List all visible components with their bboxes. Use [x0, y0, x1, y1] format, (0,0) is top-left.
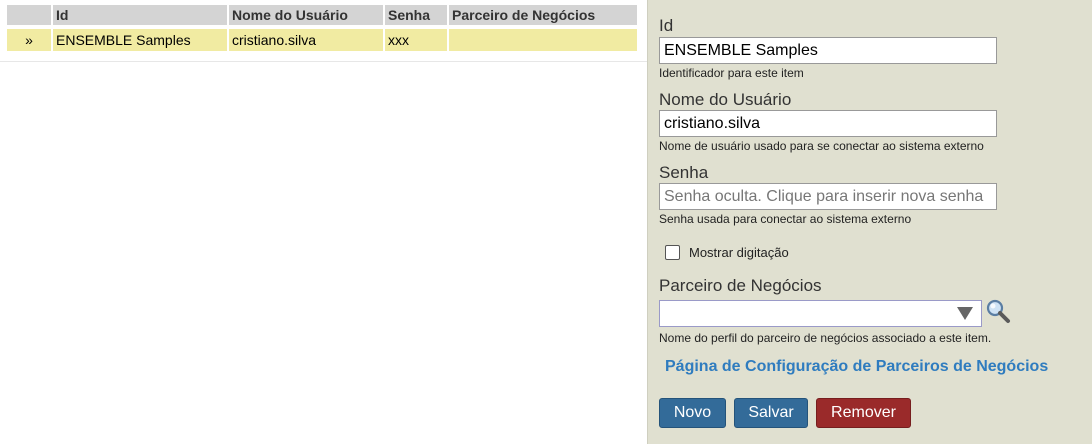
new-button[interactable]: Novo [659, 398, 726, 428]
table-row[interactable]: » ENSEMBLE Samples cristiano.silva xxx [7, 29, 637, 51]
column-header-password[interactable]: Senha [385, 5, 447, 29]
username-label: Nome do Usuário [659, 90, 792, 109]
column-header-selector [7, 5, 51, 29]
password-label: Senha [659, 163, 709, 182]
items-table: Id Nome do Usuário Senha Parceiro de Neg… [5, 5, 639, 51]
password-input[interactable] [659, 183, 997, 210]
id-hint: Identificador para este item [659, 66, 804, 80]
chevron-down-icon [957, 307, 973, 320]
partner-config-link[interactable]: Página de Configuração de Parceiros de N… [665, 358, 1048, 376]
partner-label: Parceiro de Negócios [659, 276, 822, 295]
username-hint: Nome de usuário usado para se conectar a… [659, 139, 984, 153]
table-divider [0, 61, 647, 62]
show-typing-label[interactable]: Mostrar digitação [689, 245, 789, 260]
username-input[interactable] [659, 110, 997, 137]
id-label: Id [659, 16, 674, 35]
save-button[interactable]: Salvar [734, 398, 808, 428]
cell-id[interactable]: ENSEMBLE Samples [53, 29, 227, 51]
items-table-area: Id Nome do Usuário Senha Parceiro de Neg… [0, 0, 647, 444]
row-selector-indicator[interactable]: » [7, 29, 51, 51]
detail-form-panel: Id Identificador para este item Nome do … [647, 0, 1092, 444]
partner-select[interactable] [659, 300, 982, 327]
cell-partner[interactable] [449, 29, 637, 51]
cell-password[interactable]: xxx [385, 29, 447, 51]
column-header-id[interactable]: Id [53, 5, 227, 29]
magnifier-icon[interactable] [985, 298, 1011, 324]
remove-button[interactable]: Remover [816, 398, 911, 428]
table-header-row: Id Nome do Usuário Senha Parceiro de Neg… [7, 5, 637, 29]
show-typing-checkbox[interactable] [665, 245, 680, 260]
password-hint: Senha usada para conectar ao sistema ext… [659, 212, 912, 226]
column-header-partner[interactable]: Parceiro de Negócios [449, 5, 637, 29]
id-input[interactable] [659, 37, 997, 64]
cell-username[interactable]: cristiano.silva [229, 29, 383, 51]
partner-hint: Nome do perfil do parceiro de negócios a… [659, 331, 992, 345]
column-header-username[interactable]: Nome do Usuário [229, 5, 383, 29]
